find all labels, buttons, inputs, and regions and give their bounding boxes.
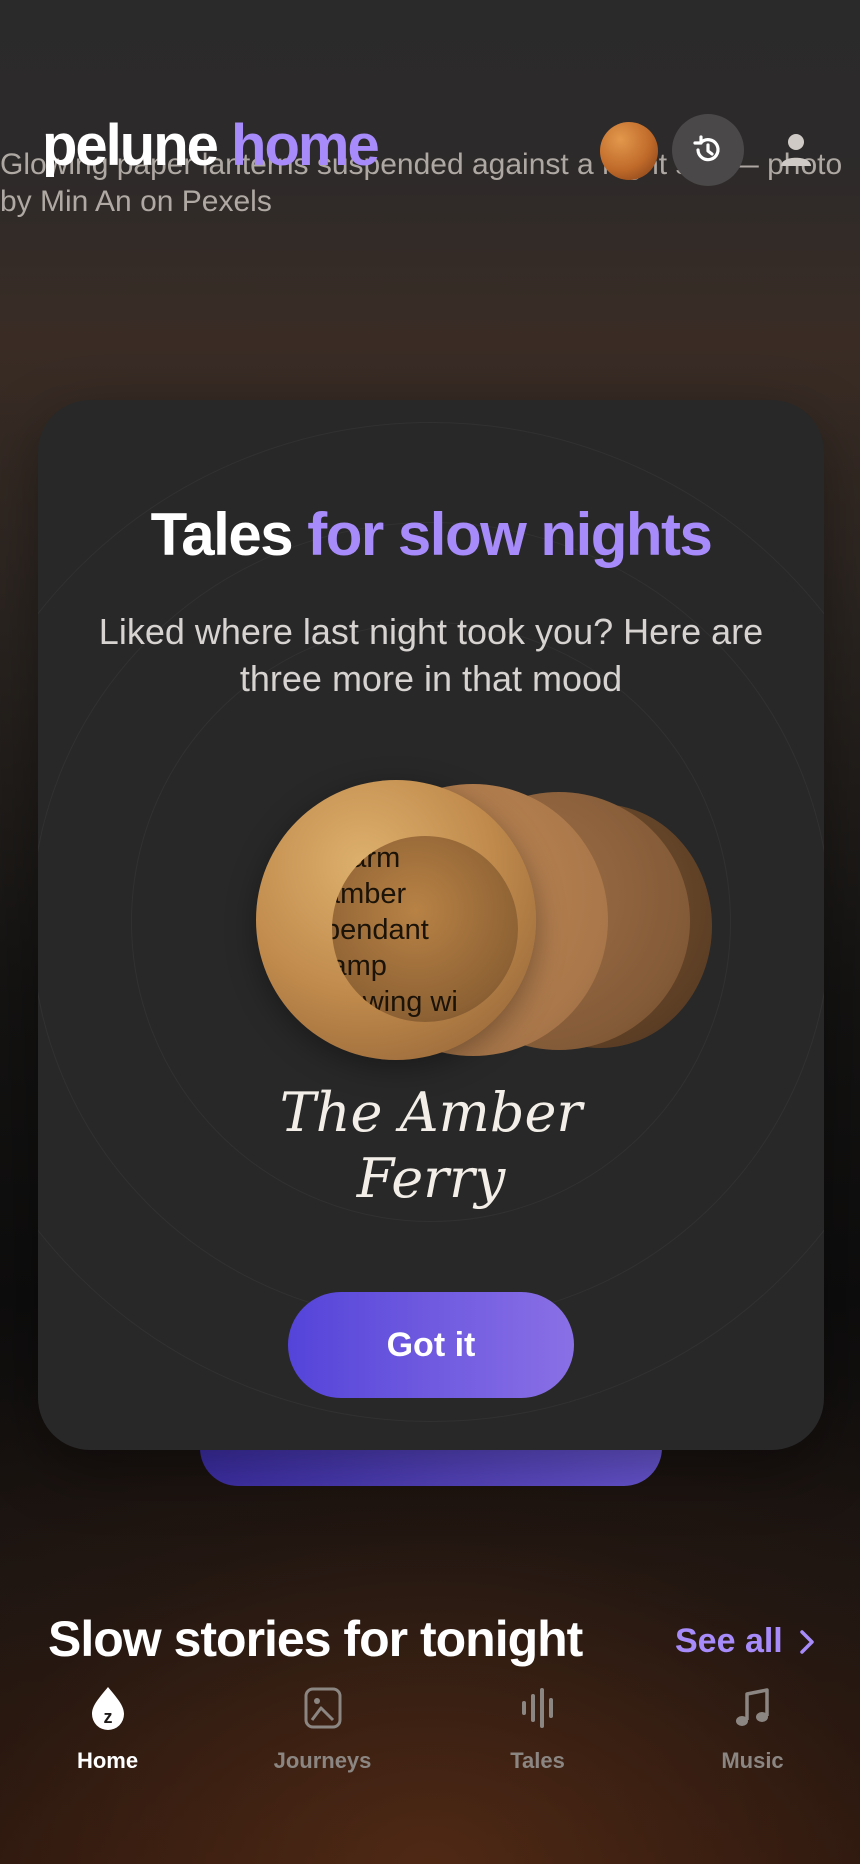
recommendation-modal: Tales for slow nights Liked where last n…: [38, 400, 824, 1450]
profile-button[interactable]: [760, 114, 832, 186]
story-cover-image: Warm amber pendant lamp glowing wi: [332, 836, 518, 1022]
history-icon: [693, 135, 720, 162]
sleep-drop-icon: z: [84, 1684, 132, 1732]
tab-music[interactable]: Music: [645, 1670, 860, 1790]
soundwave-icon: [514, 1684, 562, 1732]
see-all-label: See all: [675, 1622, 783, 1660]
tab-tales-label: Tales: [510, 1748, 565, 1773]
see-all-link[interactable]: See all: [675, 1622, 816, 1661]
user-icon: [781, 134, 811, 166]
history-button[interactable]: [672, 114, 744, 186]
cover-alt-text: Warm amber pendant lamp glowing wi: [332, 842, 458, 1018]
music-note-icon: [729, 1684, 777, 1732]
tab-home-label: Home: [76, 1748, 139, 1773]
story-cover-1[interactable]: Warm amber pendant lamp glowing wi: [256, 780, 536, 1060]
tab-journeys[interactable]: Journeys: [215, 1670, 430, 1790]
tab-tales[interactable]: Tales: [430, 1670, 645, 1790]
svg-text:z: z: [103, 1707, 112, 1727]
tab-home[interactable]: z Home: [0, 1670, 215, 1790]
app-logo[interactable]: pelune home: [42, 112, 380, 179]
top-bar: pelune home: [0, 0, 860, 240]
story-title-line2: Ferry: [356, 1147, 506, 1210]
tab-journeys-label: Journeys: [273, 1748, 372, 1773]
story-title: The Amber Ferry: [38, 1080, 824, 1212]
section-title: Slow stories for tonight: [48, 1611, 583, 1667]
chevron-right-icon: [789, 1622, 816, 1660]
moon-avatar[interactable]: [600, 122, 658, 180]
bottom-tab-bar: z Home Journeys Tales Music: [0, 1670, 860, 1790]
image-frame-icon: [299, 1684, 347, 1732]
logo-main: pelune: [42, 113, 219, 178]
got-it-button[interactable]: Got it: [288, 1292, 574, 1398]
story-title-line1: The Amber: [279, 1081, 583, 1144]
logo-accent: home: [231, 113, 380, 178]
tab-music-label: Music: [721, 1748, 784, 1773]
